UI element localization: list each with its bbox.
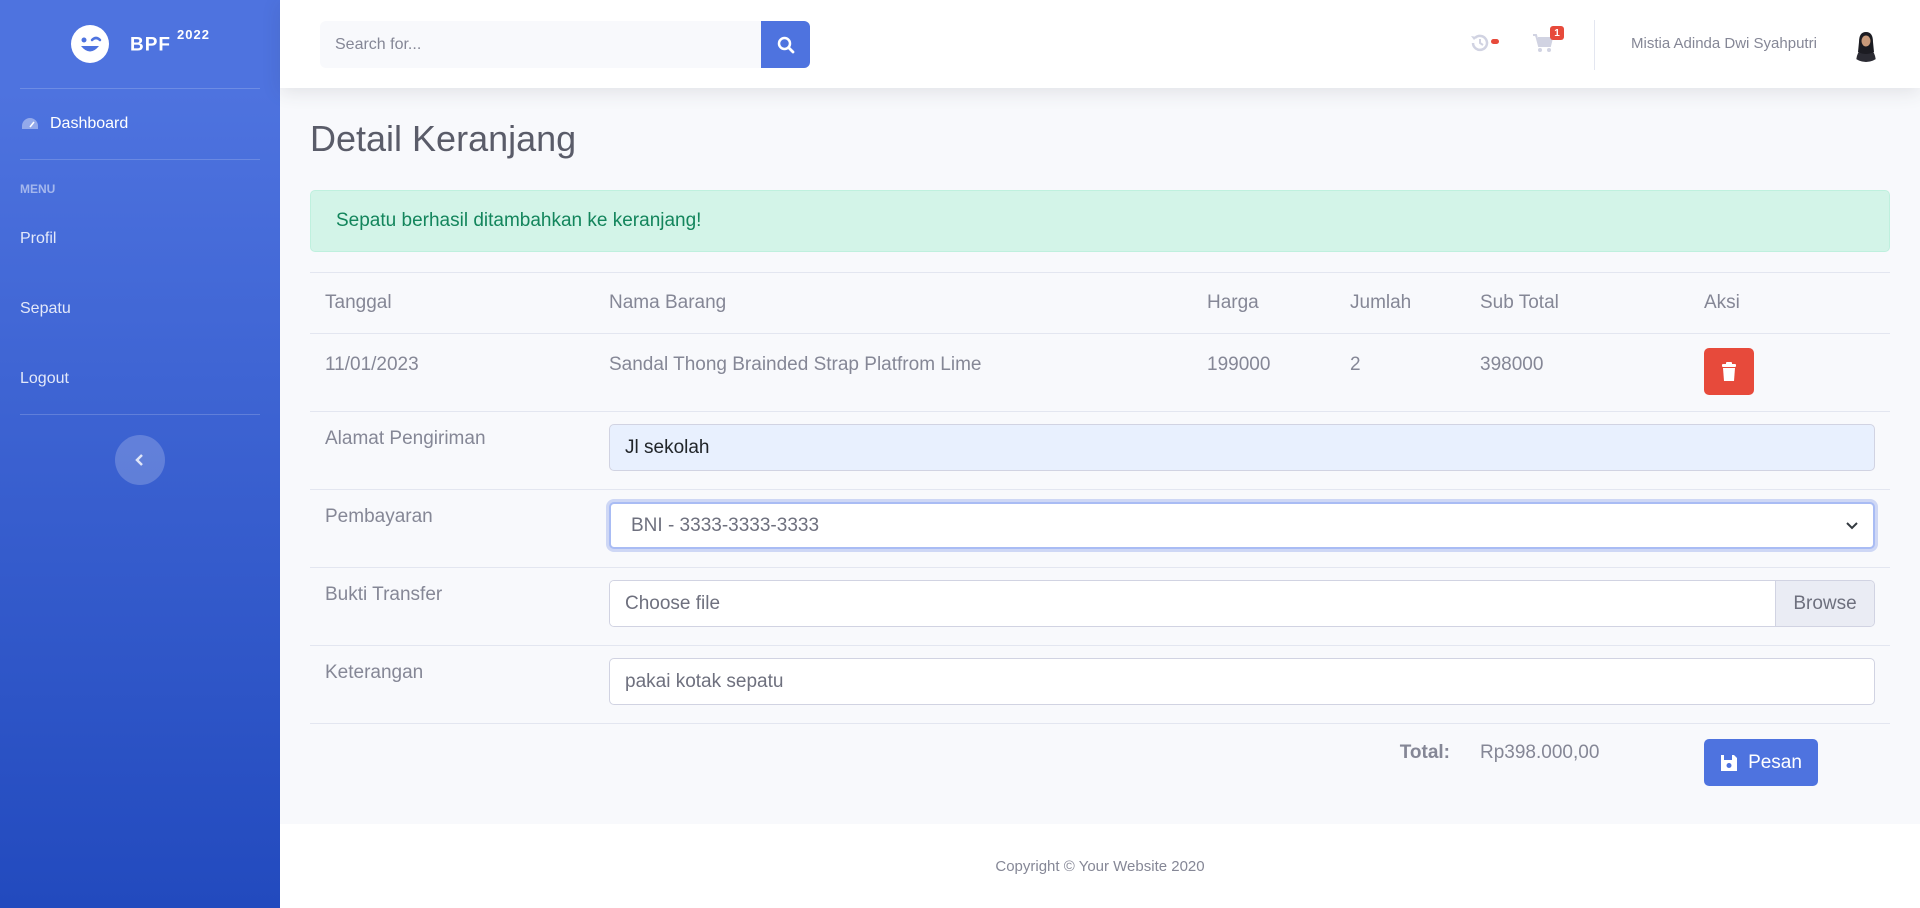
total-value: Rp398.000,00: [1465, 723, 1689, 802]
chevron-left-icon: [135, 454, 143, 466]
cart-button[interactable]: 1: [1530, 26, 1564, 56]
sidebar-brand[interactable]: BPF 2022: [0, 0, 280, 88]
cell-tanggal: 11/01/2023: [310, 333, 594, 412]
sidebar: BPF 2022 Dashboard MENU Profil Sepatu Log…: [0, 0, 280, 908]
history-icon: [1471, 34, 1489, 52]
pesan-cell: Pesan: [1689, 723, 1890, 802]
brand-name: BPF 2022: [130, 27, 210, 56]
pembayaran-cell: BNI - 3333-3333-3333: [594, 489, 1890, 568]
success-alert: Sepatu berhasil ditambahkan ke keranjang…: [310, 190, 1890, 252]
form-row-pembayaran: Pembayaran BNI - 3333-3333-3333: [310, 489, 1890, 568]
footer: Copyright © Your Website 2020: [280, 824, 1920, 908]
search-form: [320, 21, 810, 68]
trash-icon: [1722, 361, 1736, 381]
keterangan-input[interactable]: pakai kotak sepatu: [609, 658, 1875, 705]
cell-aksi: [1689, 333, 1890, 412]
sidebar-divider: [20, 159, 260, 160]
sidebar-toggle-button[interactable]: [115, 435, 165, 485]
copyright-text: Copyright © Your Website 2020: [995, 857, 1205, 875]
search-button[interactable]: [761, 21, 810, 68]
sidebar-heading: MENU: [20, 182, 56, 196]
page-title: Detail Keranjang: [310, 118, 577, 159]
cell-nama-barang: Sandal Thong Brainded Strap Platfrom Lim…: [594, 333, 1192, 412]
pesan-label: Pesan: [1748, 751, 1802, 773]
sidebar-item-sepatu[interactable]: Sepatu: [0, 274, 280, 344]
form-row-alamat: Alamat Pengiriman Jl sekolah: [310, 411, 1890, 490]
sidebar-item-label: Profil: [20, 230, 57, 247]
topbar-divider: [1594, 20, 1595, 70]
total-label: Total:: [310, 723, 1465, 802]
pesan-button[interactable]: Pesan: [1704, 739, 1818, 786]
avatar[interactable]: [1848, 26, 1884, 62]
cell-jumlah: 2: [1335, 333, 1465, 412]
cart-table: Tanggal Nama Barang Harga Jumlah Sub Tot…: [310, 272, 1890, 802]
bukti-cell: Choose file Browse: [594, 567, 1890, 646]
chevron-down-icon: [1846, 521, 1858, 529]
tachometer-icon: [22, 118, 38, 129]
sidebar-divider: [20, 414, 260, 415]
search-input[interactable]: [320, 21, 761, 68]
form-row-keterangan: Keterangan pakai kotak sepatu: [310, 645, 1890, 724]
file-input-label[interactable]: Choose file: [610, 581, 1775, 626]
delete-button[interactable]: [1704, 348, 1754, 395]
keterangan-label: Keterangan: [310, 645, 594, 724]
sidebar-item-label: Sepatu: [20, 300, 71, 317]
pembayaran-selected-value: BNI - 3333-3333-3333: [631, 514, 820, 536]
browse-button[interactable]: Browse: [1775, 581, 1874, 626]
cell-subtotal: 398000: [1465, 333, 1689, 412]
save-icon: [1721, 754, 1738, 771]
alamat-label: Alamat Pengiriman: [310, 411, 594, 490]
table-row: 11/01/2023 Sandal Thong Brainded Strap P…: [310, 333, 1890, 412]
user-avatar-icon: [1848, 26, 1884, 62]
alamat-cell: Jl sekolah: [594, 411, 1890, 490]
column-header: Harga: [1192, 272, 1335, 334]
topbar: 1 Mistia Adinda Dwi Syahputri: [280, 0, 1920, 88]
sidebar-item-label: Logout: [20, 370, 69, 387]
alamat-input[interactable]: Jl sekolah: [609, 424, 1875, 471]
sidebar-item-logout[interactable]: Logout: [0, 344, 280, 414]
sidebar-item-label: Dashboard: [50, 115, 129, 132]
bukti-label: Bukti Transfer: [310, 567, 594, 646]
user-name[interactable]: Mistia Adinda Dwi Syahputri: [1631, 35, 1817, 52]
sidebar-item-profil[interactable]: Profil: [0, 204, 280, 274]
pembayaran-select[interactable]: BNI - 3333-3333-3333: [609, 502, 1875, 549]
column-header: Sub Total: [1465, 272, 1689, 334]
main-content: Detail Keranjang Sepatu berhasil ditamba…: [310, 88, 1890, 802]
column-header: Nama Barang: [594, 272, 1192, 334]
history-button[interactable]: [1467, 30, 1499, 56]
pembayaran-label: Pembayaran: [310, 489, 594, 568]
search-icon: [777, 36, 794, 53]
cart-count-badge: 1: [1550, 26, 1564, 40]
laugh-wink-icon: [71, 25, 110, 63]
bukti-file-input[interactable]: Choose file Browse: [609, 580, 1875, 627]
column-header: Aksi: [1689, 272, 1890, 334]
cell-harga: 199000: [1192, 333, 1335, 412]
column-header: Tanggal: [310, 272, 594, 334]
total-row: Total: Rp398.000,00 Pesan: [310, 723, 1890, 802]
history-indicator: [1491, 39, 1499, 44]
keterangan-cell: pakai kotak sepatu: [594, 645, 1890, 724]
table-header-row: Tanggal Nama Barang Harga Jumlah Sub Tot…: [310, 272, 1890, 334]
column-header: Jumlah: [1335, 272, 1465, 334]
form-row-bukti: Bukti Transfer Choose file Browse: [310, 567, 1890, 646]
sidebar-item-dashboard[interactable]: Dashboard: [0, 89, 280, 159]
